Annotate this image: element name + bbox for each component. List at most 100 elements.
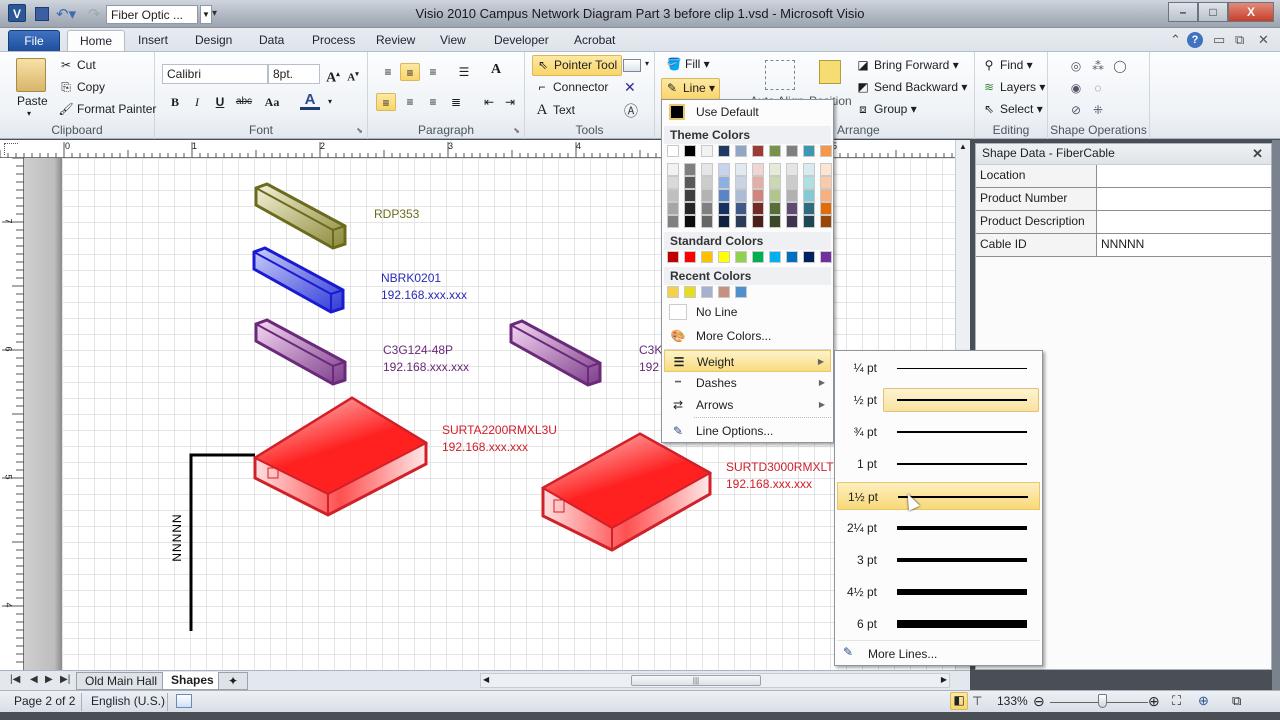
close-icon[interactable]: ✕ <box>1252 146 1263 162</box>
theme-shade-swatch[interactable] <box>752 189 764 202</box>
theme-shade-swatch[interactable] <box>786 176 798 189</box>
menu-item-line-options[interactable]: ✎ Line Options... <box>664 420 831 442</box>
theme-shade-swatch[interactable] <box>684 189 696 202</box>
prev-page-icon[interactable]: ◀ <box>30 674 38 685</box>
first-page-icon[interactable]: |◀ <box>10 674 20 685</box>
font-family-combo[interactable]: Calibri <box>162 64 268 84</box>
theme-shade-swatch[interactable] <box>701 163 713 176</box>
pan-zoom-icon[interactable]: ⊕ <box>1198 693 1209 709</box>
menu-item-dashes[interactable]: ┅ Dashes ▶ <box>664 372 831 394</box>
weight-option[interactable]: ¼ pt <box>837 354 1040 382</box>
underline-button[interactable]: U <box>210 93 230 111</box>
align-right-icon[interactable]: ≡ <box>423 93 443 111</box>
theme-shade-swatch[interactable] <box>684 215 696 228</box>
horizontal-scrollbar[interactable]: ◀ ||| ▶ <box>480 673 950 688</box>
shape-selector[interactable]: Fiber Optic ... <box>106 5 198 24</box>
theme-shade-swatch[interactable] <box>803 163 815 176</box>
menu-item-use-default[interactable]: Use Default <box>664 101 831 125</box>
redo-icon[interactable]: ↷ <box>88 5 101 25</box>
theme-shade-swatch[interactable] <box>718 215 730 228</box>
standard-color-swatch[interactable] <box>786 251 798 263</box>
theme-shade-swatch[interactable] <box>803 176 815 189</box>
strikethrough-button[interactable]: abc <box>234 93 254 111</box>
text-tool-button[interactable]: A Text <box>534 102 575 119</box>
decrease-indent-icon[interactable]: ⇤ <box>479 93 499 111</box>
theme-shade-swatch[interactable] <box>718 163 730 176</box>
page-tab-old-main-hall[interactable]: Old Main Hall <box>76 672 167 690</box>
customize-qat-icon[interactable]: ▾ <box>212 8 217 28</box>
theme-shade-swatch[interactable] <box>769 215 781 228</box>
theme-color-swatch[interactable] <box>718 145 730 157</box>
theme-shade-swatch[interactable] <box>701 202 713 215</box>
scroll-up-icon[interactable]: ▲ <box>959 142 967 151</box>
weight-option[interactable]: 2¼ pt <box>837 514 1040 542</box>
weight-option[interactable]: 1½ pt <box>837 482 1040 510</box>
zoom-in-icon[interactable]: ⊕ <box>1148 693 1160 710</box>
theme-shade-swatch[interactable] <box>752 176 764 189</box>
chevron-down-icon[interactable]: ▾ <box>645 59 649 68</box>
combine-icon[interactable]: ◯ <box>1110 57 1130 75</box>
zoom-slider-thumb[interactable] <box>1098 694 1107 708</box>
menu-item-weight[interactable]: ☰ Weight ▶ <box>664 350 831 372</box>
recent-color-swatch[interactable] <box>684 286 696 298</box>
theme-shade-swatch[interactable] <box>667 189 679 202</box>
bold-button[interactable]: B <box>165 93 185 111</box>
weight-option[interactable]: ¾ pt <box>837 418 1040 446</box>
standard-color-swatch[interactable] <box>718 251 730 263</box>
theme-shade-swatch[interactable] <box>684 176 696 189</box>
recent-color-swatch[interactable] <box>667 286 679 298</box>
field-value[interactable] <box>1097 188 1271 210</box>
theme-shade-swatch[interactable] <box>803 215 815 228</box>
pointer-tool-button[interactable]: ⇖ Pointer Tool <box>532 55 623 76</box>
switch-c3k[interactable] <box>509 319 602 387</box>
bring-forward-button[interactable]: ◪ Bring Forward ▾ <box>855 58 958 72</box>
fit-page-icon[interactable]: ⛶ <box>1172 693 1181 709</box>
weight-option[interactable]: 1 pt <box>837 450 1040 478</box>
standard-color-swatch[interactable] <box>769 251 781 263</box>
increase-indent-icon[interactable]: ⇥ <box>500 93 520 111</box>
select-button[interactable]: ⇖ Select ▾ <box>981 102 1043 116</box>
theme-shade-swatch[interactable] <box>718 189 730 202</box>
tab-review[interactable]: Review <box>364 30 427 52</box>
doc-close-icon[interactable]: ✕ <box>1258 32 1269 48</box>
insert-page-icon[interactable]: ✦ <box>218 672 248 690</box>
chevron-down-icon[interactable]: ▾ <box>27 109 31 118</box>
intersect-icon[interactable]: ◉ <box>1066 79 1086 97</box>
close-button[interactable]: X <box>1228 2 1274 22</box>
standard-color-swatch[interactable] <box>752 251 764 263</box>
dialog-launcher-icon[interactable]: ⬊ <box>513 126 520 135</box>
standard-color-swatch[interactable] <box>820 251 832 263</box>
scroll-left-icon[interactable]: ◀ <box>483 675 489 684</box>
fill-button[interactable]: 🪣 Fill ▾ <box>666 57 710 71</box>
paste-button[interactable]: Paste <box>17 94 48 108</box>
ups-surtd3000rmxlt[interactable] <box>540 432 713 552</box>
weight-option[interactable]: ½ pt <box>837 386 1040 414</box>
presentation-mode-icon[interactable]: ⊤ <box>972 694 982 708</box>
theme-color-swatch[interactable] <box>820 145 832 157</box>
theme-color-swatch[interactable] <box>735 145 747 157</box>
dialog-launcher-icon[interactable]: ⬊ <box>356 126 363 135</box>
copy-button[interactable]: ⎘ Copy <box>58 80 105 95</box>
theme-color-swatch[interactable] <box>769 145 781 157</box>
zoom-out-icon[interactable]: ⊖ <box>1033 693 1045 710</box>
italic-button[interactable]: I <box>187 93 207 111</box>
cut-button[interactable]: ✂ Cut <box>58 58 96 72</box>
chevron-down-icon[interactable]: ▾ <box>320 93 340 111</box>
theme-shade-swatch[interactable] <box>820 189 832 202</box>
doc-restore-icon[interactable]: ⧉ <box>1235 32 1244 48</box>
theme-shade-swatch[interactable] <box>786 215 798 228</box>
fragment-icon[interactable]: ⁂ <box>1088 57 1108 75</box>
rotate-text-icon[interactable]: Ⓐ <box>624 101 638 121</box>
ups-surta2200rmxl3u[interactable] <box>252 396 429 517</box>
theme-shade-swatch[interactable] <box>769 163 781 176</box>
page-tab-shapes[interactable]: Shapes <box>162 672 223 690</box>
recent-color-swatch[interactable] <box>701 286 713 298</box>
zoom-level[interactable]: 133% <box>997 694 1028 708</box>
align-center-icon[interactable]: ≡ <box>400 93 420 111</box>
theme-color-swatch[interactable] <box>803 145 815 157</box>
font-color-button[interactable]: A <box>300 91 320 110</box>
theme-shade-swatch[interactable] <box>820 202 832 215</box>
switch-c3g124-48p[interactable] <box>254 318 347 386</box>
theme-shade-swatch[interactable] <box>803 202 815 215</box>
theme-shade-swatch[interactable] <box>786 163 798 176</box>
